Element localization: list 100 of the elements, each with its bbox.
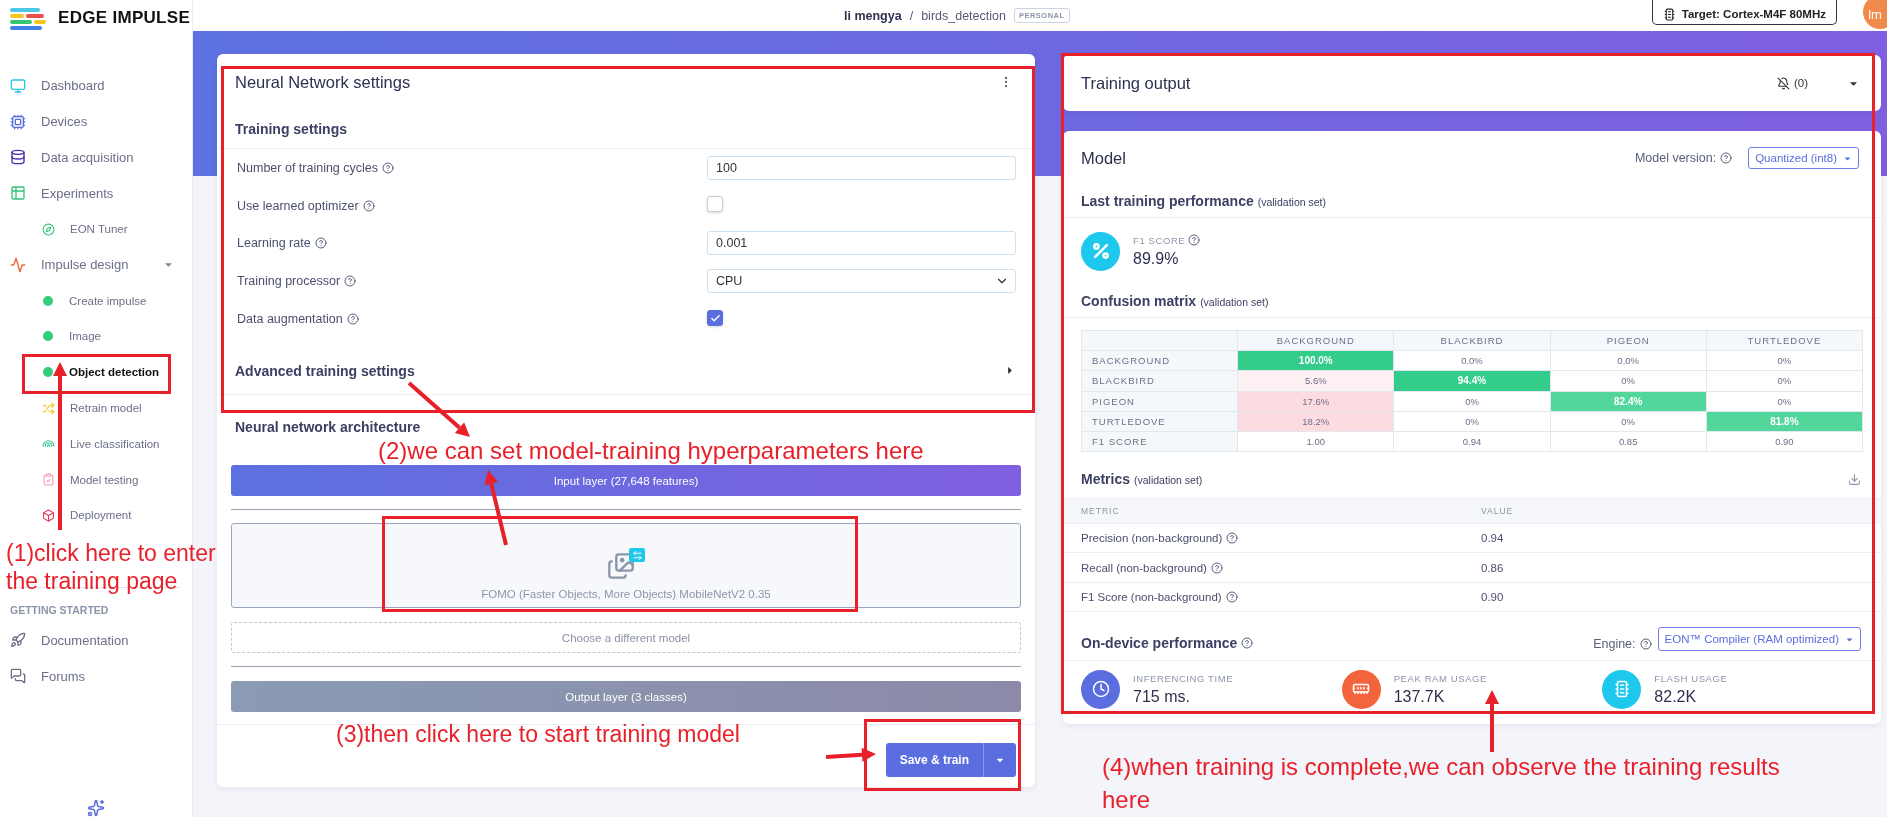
pulse-icon — [10, 256, 26, 273]
sidebar-item[interactable]: Impulse design — [0, 247, 192, 283]
row-header: TURTLEDOVE — [1082, 411, 1239, 432]
table-cell: 18.2% — [1238, 411, 1395, 432]
field-label: Engine: — [1593, 637, 1652, 651]
sparkle-icon[interactable] — [87, 799, 105, 817]
metric-name: Precision (non-background) — [1081, 532, 1481, 545]
monitor-icon — [10, 77, 26, 94]
field-label: Model version: — [1634, 151, 1733, 165]
path-separator: / — [909, 8, 914, 23]
download-icon[interactable] — [1848, 472, 1861, 486]
stat-label: F1 SCORE — [1133, 234, 1201, 246]
project-name[interactable]: birds_detection — [921, 8, 1006, 23]
stat-value: 137.7K — [1393, 687, 1446, 706]
cube-icon — [42, 508, 55, 522]
input-field[interactable]: 100 — [707, 155, 1016, 180]
help-icon[interactable] — [1188, 234, 1201, 246]
metric-name: F1 Score (non-background) — [1081, 590, 1481, 603]
section-title: Advanced training settings — [235, 362, 415, 379]
sidebar-item[interactable]: Live classification — [0, 425, 192, 462]
select-field[interactable]: CPU — [707, 268, 1016, 293]
sidebar-item[interactable]: Data acquisition — [0, 139, 192, 176]
stat-value: 82.2K — [1654, 687, 1698, 706]
sidebar-item[interactable]: Deployment — [0, 497, 192, 534]
save-train-button[interactable]: Save & train — [885, 743, 983, 778]
table-cell: 0% — [1706, 371, 1863, 392]
column-header: METRIC — [1081, 506, 1121, 517]
help-icon[interactable] — [314, 237, 327, 250]
version-select[interactable]: Quantized (int8) — [1748, 147, 1859, 169]
input-layer-bar[interactable]: Input layer (27,648 features) — [231, 465, 1021, 497]
section-title: Confusion matrix (validation set) — [1081, 292, 1269, 309]
engine-select[interactable]: EON™ Compiler (RAM optimized) — [1657, 627, 1861, 651]
help-icon[interactable] — [1210, 561, 1223, 574]
section-heading: GETTING STARTED — [9, 603, 110, 619]
help-icon[interactable] — [346, 312, 359, 325]
checkbox[interactable] — [707, 195, 723, 212]
annotation-text: (2)we can set model-training hyperparameters here — [378, 437, 925, 466]
help-icon[interactable] — [362, 199, 375, 212]
help-icon[interactable] — [382, 161, 395, 174]
column-header: VALUE — [1481, 506, 1515, 517]
section-title: Neural network architecture — [235, 419, 421, 436]
annotation-text: (1)click here to enter the training page — [6, 540, 217, 596]
sidebar-item[interactable]: Retrain model — [0, 390, 192, 426]
sidebar-item[interactable]: Experiments — [0, 175, 192, 212]
section-title: Metrics (validation set) — [1081, 471, 1203, 488]
table-cell: 100.0% — [1238, 351, 1395, 372]
help-icon[interactable] — [1639, 638, 1652, 650]
table-cell: 0% — [1394, 391, 1551, 412]
status-dot — [43, 331, 53, 342]
metric-value: 0.90 — [1481, 590, 1505, 603]
card-title: Neural Network settings — [235, 72, 411, 92]
clipboard-icon — [42, 473, 55, 487]
section-title: Last training performance (validation set) — [1081, 193, 1326, 209]
dropdown-toggle[interactable] — [983, 743, 1016, 778]
bell-off-icon[interactable] — [1776, 76, 1790, 90]
checkbox[interactable] — [707, 310, 723, 327]
sidebar-item[interactable]: Model testing — [0, 461, 192, 498]
help-icon[interactable] — [1226, 532, 1239, 545]
check-icon — [709, 312, 721, 324]
help-icon[interactable] — [1225, 590, 1238, 603]
target-button[interactable]: Target: Cortex-M4F 80MHz — [1651, 0, 1837, 25]
sidebar-item[interactable]: Forums — [0, 658, 192, 694]
table-cell: 0% — [1706, 351, 1863, 372]
sidebar-item[interactable]: Create impulse — [0, 282, 192, 319]
sidebar-item[interactable]: Image — [0, 318, 192, 355]
logo-icon — [10, 8, 48, 30]
shuffle-icon — [42, 401, 55, 415]
help-icon[interactable] — [1241, 637, 1254, 649]
sidebar-item[interactable]: Dashboard — [0, 68, 192, 104]
row-header: F1 SCORE — [1082, 431, 1239, 453]
section-title: Training settings — [235, 121, 347, 137]
grid-icon — [10, 185, 26, 202]
annotation-text: (3)then click here to start training model — [336, 721, 741, 749]
model-name: FOMO (Faster Objects, More Objects) MobileNetV2 0.35 — [481, 588, 771, 601]
stat-label: FLASH USAGE — [1654, 672, 1728, 684]
choose-model-button[interactable]: Choose a different model — [231, 622, 1021, 654]
table-cell: 0% — [1394, 411, 1551, 432]
column-header: BLACKBIRD — [1394, 331, 1551, 352]
field-label: Learning rate — [237, 236, 707, 251]
help-icon[interactable] — [1720, 152, 1733, 164]
card-title: Training output — [1081, 73, 1191, 93]
field-label: Data augmentation — [237, 311, 707, 326]
sidebar-item[interactable]: Documentation — [0, 622, 192, 659]
input-field[interactable]: 0.001 — [707, 231, 1016, 256]
model-block[interactable]: FOMO (Faster Objects, More Objects) MobileNetV2 0.35 — [231, 523, 1021, 609]
table-cell: 17.6% — [1238, 391, 1395, 412]
table-cell: 5.6% — [1238, 371, 1395, 392]
column-header: TURTLEDOVE — [1706, 331, 1863, 352]
table-cell: 0.0% — [1394, 351, 1551, 372]
sidebar-item[interactable]: Devices — [0, 103, 192, 140]
model-swap-icon — [607, 548, 645, 581]
sidebar-item[interactable]: Object detection — [0, 354, 192, 391]
output-layer-bar[interactable]: Output layer (3 classes) — [231, 681, 1021, 713]
table-cell: 0.94 — [1394, 431, 1551, 453]
row-header: BACKGROUND — [1082, 351, 1239, 372]
help-icon[interactable] — [344, 274, 357, 287]
sidebar-item[interactable]: EON Tuner — [0, 211, 192, 247]
user-name[interactable]: li mengya — [844, 8, 902, 23]
table-cell: 94.4% — [1394, 371, 1551, 392]
metric-value: 0.94 — [1481, 532, 1505, 545]
